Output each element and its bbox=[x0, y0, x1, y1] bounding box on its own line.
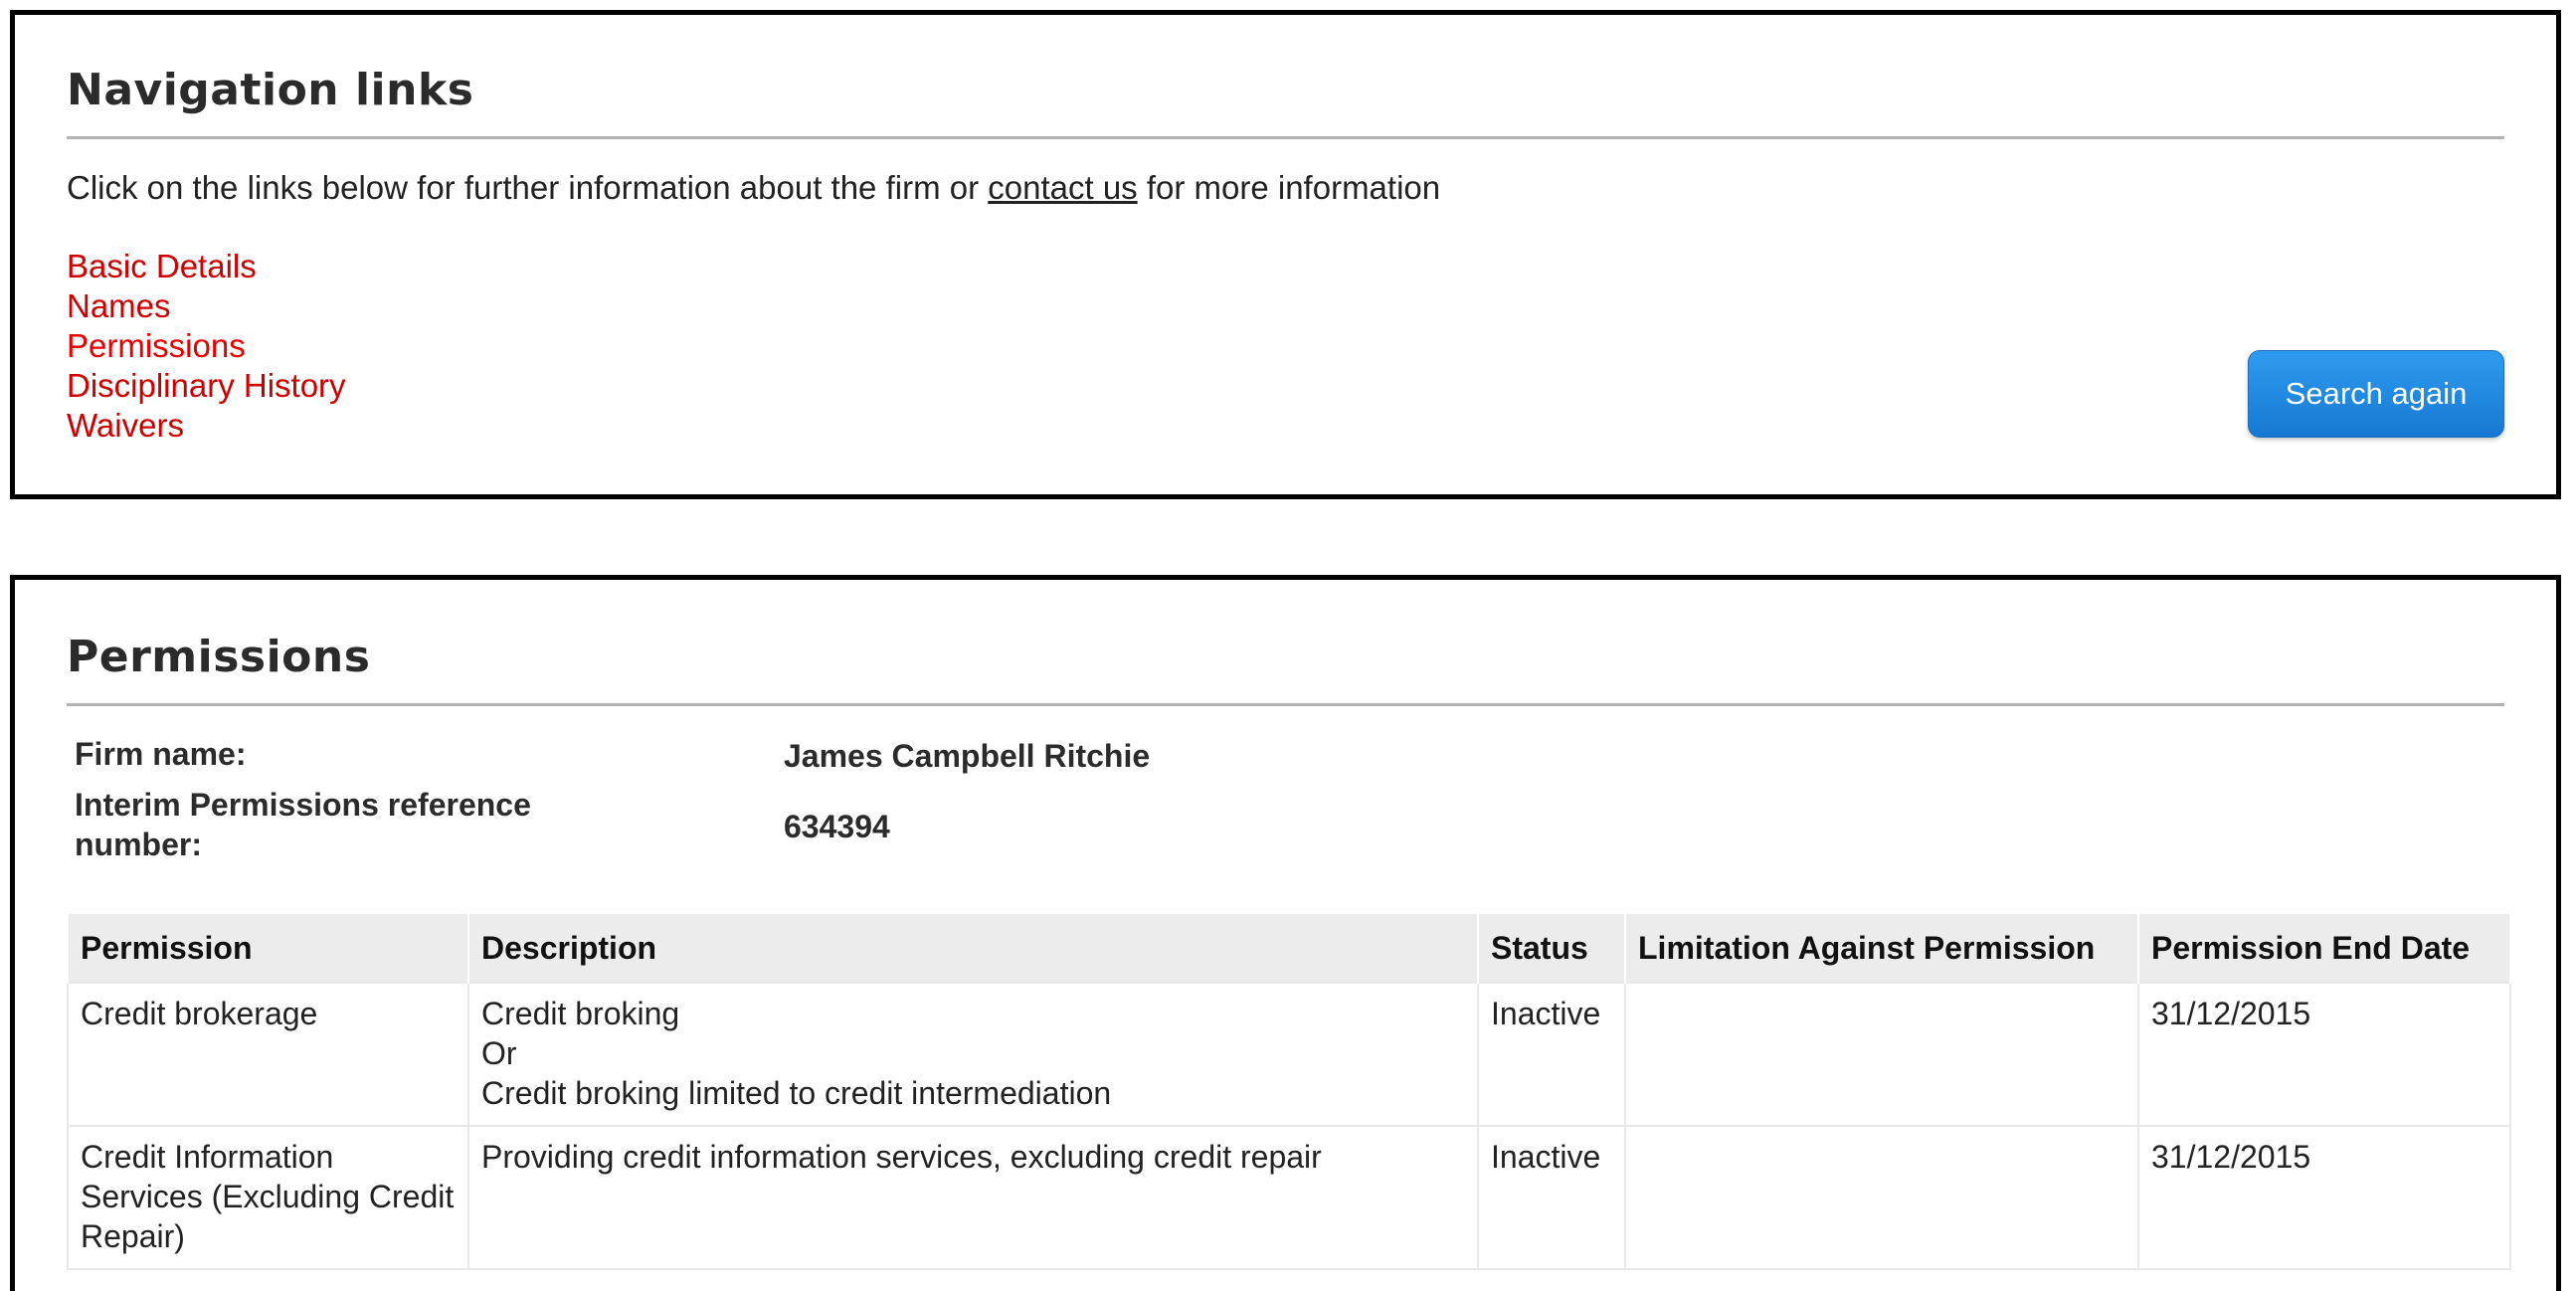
nav-link-waivers[interactable]: Waivers bbox=[67, 406, 2504, 446]
header-status: Status bbox=[1477, 914, 1626, 983]
cell-limitation bbox=[1624, 1125, 2139, 1270]
permissions-heading: Permissions bbox=[67, 632, 371, 682]
description-line: Or bbox=[481, 1035, 517, 1071]
cell-permission: Credit brokerage bbox=[67, 982, 469, 1127]
permissions-table: Permission Description Status Limitation… bbox=[67, 914, 2511, 1270]
contact-us-link[interactable]: contact us bbox=[988, 169, 1137, 206]
cell-description: Providing credit information services, e… bbox=[467, 1125, 1479, 1270]
header-description: Description bbox=[467, 914, 1479, 983]
navigation-intro: Click on the links below for further inf… bbox=[67, 169, 2504, 207]
nav-link-names[interactable]: Names bbox=[67, 286, 2504, 326]
firm-name-label: Firm name: bbox=[75, 736, 247, 772]
navigation-link-list: Basic Details Names Permissions Discipli… bbox=[67, 247, 2504, 446]
cell-permission: Credit Information Services (Excluding C… bbox=[67, 1125, 469, 1270]
header-permission: Permission bbox=[67, 914, 469, 983]
description-line: Providing credit information services, e… bbox=[481, 1139, 1322, 1175]
reference-label-line2: number: bbox=[75, 827, 202, 862]
header-limitation: Limitation Against Permission bbox=[1624, 914, 2139, 983]
intro-text-after: for more information bbox=[1137, 169, 1441, 206]
navigation-divider bbox=[67, 136, 2504, 139]
search-again-button[interactable]: Search again bbox=[2248, 350, 2504, 438]
cell-end-date: 31/12/2015 bbox=[2137, 1125, 2511, 1270]
navigation-heading: Navigation links bbox=[67, 65, 474, 115]
firm-name-value: James Campbell Ritchie bbox=[784, 738, 1151, 774]
description-line: Credit broking limited to credit interme… bbox=[481, 1075, 1112, 1111]
nav-link-disciplinary-history[interactable]: Disciplinary History bbox=[67, 366, 2504, 406]
cell-description: Credit broking Or Credit broking limited… bbox=[467, 982, 1479, 1127]
cell-end-date: 31/12/2015 bbox=[2137, 982, 2511, 1127]
nav-link-basic-details[interactable]: Basic Details bbox=[67, 247, 2504, 286]
intro-text-before: Click on the links below for further inf… bbox=[67, 169, 989, 206]
navigation-links-panel: Navigation links Click on the links belo… bbox=[10, 10, 2561, 499]
cell-status: Inactive bbox=[1477, 982, 1626, 1127]
table-row: Credit brokerage Credit broking Or Credi… bbox=[67, 982, 2511, 1127]
nav-link-permissions[interactable]: Permissions bbox=[67, 326, 2504, 366]
cell-limitation bbox=[1624, 982, 2139, 1127]
reference-number-label: Interim Permissions reference number: bbox=[75, 785, 531, 864]
permissions-panel: Permissions Firm name: James Campbell Ri… bbox=[10, 575, 2561, 1291]
cell-status: Inactive bbox=[1477, 1125, 1626, 1270]
header-end-date: Permission End Date bbox=[2137, 914, 2511, 983]
table-header-row: Permission Description Status Limitation… bbox=[67, 914, 2511, 983]
description-line: Credit broking bbox=[481, 996, 680, 1031]
permissions-divider bbox=[67, 703, 2504, 706]
reference-label-line1: Interim Permissions reference bbox=[75, 787, 531, 823]
table-row: Credit Information Services (Excluding C… bbox=[67, 1125, 2511, 1270]
reference-number-value: 634394 bbox=[784, 809, 890, 844]
